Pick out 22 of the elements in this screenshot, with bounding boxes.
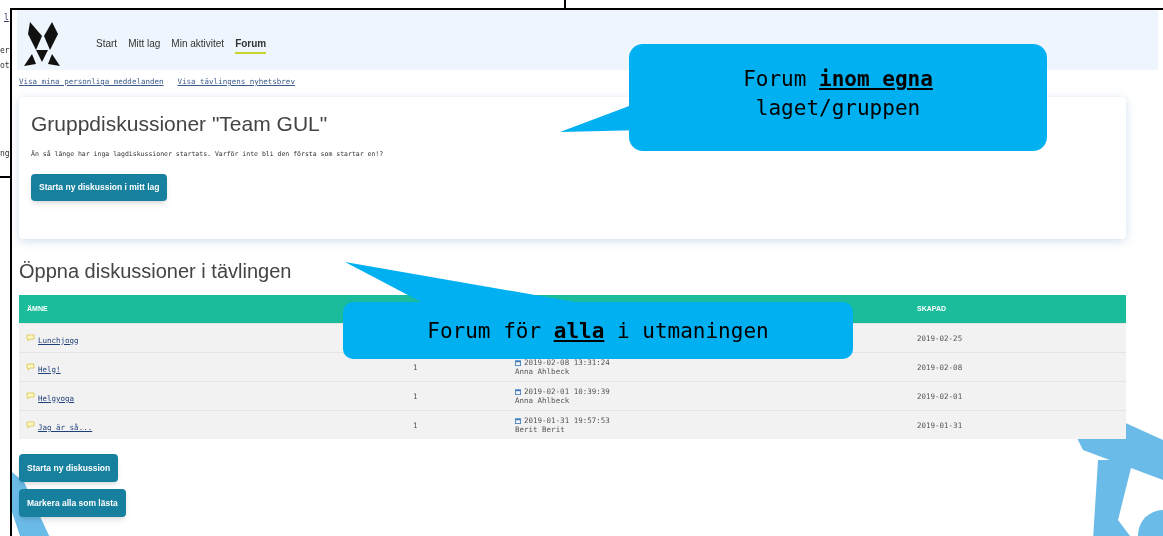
speech-bubble-icon: [26, 363, 35, 372]
text-fragment: ng: [0, 150, 10, 158]
nav-link[interactable]: Min aktivitet: [171, 36, 225, 54]
new-discussion-button[interactable]: Starta ny diskussion: [19, 454, 119, 483]
callout: Forum inom egna laget/gruppen: [629, 44, 1047, 151]
text-fragment: ot: [0, 62, 10, 70]
calendar-icon: [515, 359, 521, 366]
calendar-icon: [515, 388, 521, 395]
card-title: Gruppdiskussioner "Team GUL": [31, 113, 328, 135]
speech-bubble-icon: [26, 334, 35, 343]
nav-link[interactable]: Mitt lag: [128, 36, 161, 54]
mark-all-read-button[interactable]: Markera alla som lästa: [19, 489, 126, 518]
text-fragment: er: [0, 47, 10, 55]
speech-bubble-icon: [26, 421, 35, 430]
section-title: Öppna diskussioner i tävlingen: [19, 261, 293, 282]
nav-link[interactable]: Forum: [235, 36, 267, 54]
nav-link[interactable]: Start: [96, 36, 118, 54]
calendar-icon: [515, 417, 521, 424]
speech-bubble-icon: [26, 392, 35, 401]
new-team-discussion-button[interactable]: Starta ny diskussion i mitt lag: [31, 174, 168, 201]
text-fragment: l: [4, 14, 9, 22]
logo-icon: [22, 20, 62, 68]
